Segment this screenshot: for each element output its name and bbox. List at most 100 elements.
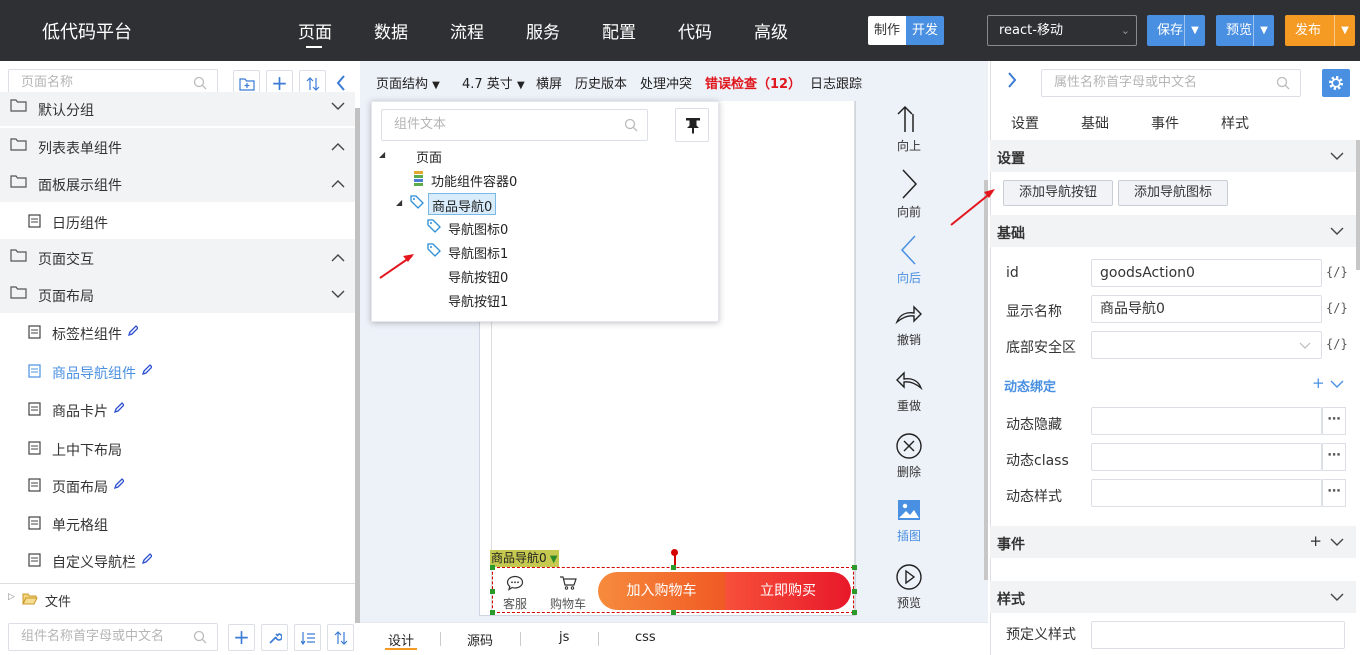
nav-code[interactable]: 代码	[678, 18, 712, 43]
preview-button[interactable]: 预览 ▼	[1216, 15, 1274, 46]
edit-pencil-icon[interactable]	[113, 478, 124, 490]
collapse-left-icon[interactable]	[335, 74, 347, 92]
chevron-down-icon[interactable]	[1330, 380, 1344, 389]
dynamic-class-field[interactable]	[1091, 443, 1322, 471]
component-item-tabbar[interactable]: 标签栏组件	[0, 313, 355, 351]
landscape-button[interactable]: 横屏	[536, 73, 562, 92]
resize-handle[interactable]	[852, 565, 857, 570]
group-panel-display[interactable]: 面板展示组件	[0, 165, 355, 202]
save-dropdown-icon[interactable]: ▼	[1184, 15, 1205, 46]
tab-settings[interactable]: 设置	[1011, 113, 1039, 133]
add-nav-button-button[interactable]: 添加导航按钮	[1003, 180, 1113, 206]
safe-area-select[interactable]	[1091, 331, 1322, 359]
buy-now-button[interactable]: 立即购买	[725, 572, 851, 610]
add-to-cart-button[interactable]: 加入购物车	[598, 572, 725, 610]
resolve-conflict-button[interactable]: 处理冲突	[640, 73, 692, 92]
add-nav-icon-button[interactable]: 添加导航图标	[1118, 180, 1228, 206]
resize-handle[interactable]	[671, 565, 676, 570]
tree-node-nav-icon-1[interactable]: 导航图标1	[448, 243, 508, 262]
move-up-button[interactable]: 向上	[879, 104, 939, 154]
history-button[interactable]: 历史版本	[575, 73, 627, 92]
group-default[interactable]: 默认分组	[0, 92, 355, 126]
mode-make-toggle[interactable]: 制作	[868, 16, 906, 45]
tree-node-nav-icon-0[interactable]: 导航图标0	[448, 219, 508, 238]
more-button[interactable]: ⋯	[1322, 407, 1346, 435]
component-item-top-mid-bottom[interactable]: 上中下布局	[0, 429, 355, 467]
save-button[interactable]: 保存 ▼	[1147, 15, 1205, 46]
forward-button[interactable]: 向前	[879, 168, 939, 220]
tree-node-nav-button-0[interactable]: 导航按钮0	[448, 267, 508, 286]
rotate-handle-dot[interactable]	[671, 549, 678, 556]
tab-source[interactable]: 源码	[467, 630, 493, 649]
tree-node-page[interactable]: 页面	[416, 147, 442, 166]
mode-dev-toggle[interactable]: 开发	[906, 16, 944, 45]
component-search-input[interactable]: 组件名称首字母或中文名	[8, 623, 218, 651]
tree-node-goods-action[interactable]: 商品导航0	[428, 193, 497, 215]
nav-data[interactable]: 数据	[374, 18, 408, 43]
component-item-goods-card[interactable]: 商品卡片	[0, 390, 355, 428]
backward-button[interactable]: 向后	[879, 234, 939, 286]
edit-pencil-icon[interactable]	[141, 553, 152, 565]
files-row[interactable]: ▷ 文件	[0, 585, 355, 613]
property-search-input[interactable]: 属性名称首字母或中文名	[1041, 69, 1301, 97]
nav-service[interactable]: 服务	[526, 18, 560, 43]
section-settings-header[interactable]: 设置	[990, 140, 1356, 172]
component-item-goods-action[interactable]: 商品导航组件	[0, 352, 355, 390]
nav-flow[interactable]: 流程	[450, 18, 484, 43]
dynamic-style-field[interactable]	[1091, 479, 1322, 507]
tree-expanded-icon[interactable]: ◢	[379, 150, 385, 159]
component-tag[interactable]: 商品导航0 ▼	[490, 550, 559, 567]
group-list-form[interactable]: 列表表单组件	[0, 128, 355, 165]
publish-dropdown-icon[interactable]: ▼	[1334, 15, 1355, 46]
tab-js[interactable]: js	[559, 630, 569, 645]
settings-button[interactable]	[1322, 69, 1350, 97]
cart-label[interactable]: 购物车	[550, 595, 586, 612]
sort-button-2[interactable]	[327, 624, 354, 651]
expression-button[interactable]: {/}	[1326, 301, 1348, 315]
edit-pencil-icon[interactable]	[113, 402, 124, 414]
more-button[interactable]: ⋯	[1322, 479, 1346, 507]
delete-button[interactable]: 删除	[879, 432, 939, 480]
customer-service-label[interactable]: 客服	[503, 595, 527, 612]
tab-basic[interactable]: 基础	[1081, 113, 1109, 133]
group-page-layout[interactable]: 页面布局	[0, 276, 355, 313]
tab-css[interactable]: css	[635, 630, 656, 645]
tab-style[interactable]: 样式	[1221, 113, 1249, 133]
edit-pencil-icon[interactable]	[141, 364, 152, 376]
nav-config[interactable]: 配置	[602, 18, 636, 43]
expand-right-icon[interactable]	[1006, 71, 1018, 89]
resize-handle[interactable]	[490, 565, 495, 570]
resize-handle[interactable]	[671, 610, 676, 615]
preview-play-button[interactable]: 预览	[879, 563, 939, 611]
nav-advanced[interactable]: 高级	[754, 18, 788, 43]
publish-button[interactable]: 发布 ▼	[1285, 15, 1355, 46]
tree-node-container[interactable]: 功能组件容器0	[431, 171, 517, 190]
component-item-calendar[interactable]: 日历组件	[0, 202, 355, 240]
add-event-button[interactable]: +	[1309, 532, 1322, 550]
tree-node-nav-button-1[interactable]: 导航按钮1	[448, 291, 508, 310]
canvas-scrollbar[interactable]	[984, 180, 988, 580]
expression-button[interactable]: {/}	[1326, 337, 1348, 351]
insert-image-button[interactable]: 插图	[879, 498, 939, 544]
resize-handle[interactable]	[852, 610, 857, 615]
section-events-header[interactable]: 事件 +	[990, 526, 1356, 558]
edit-pencil-icon[interactable]	[127, 325, 138, 337]
id-field[interactable]: goodsAction0	[1091, 259, 1322, 287]
undo-button[interactable]: 撤销	[879, 302, 939, 348]
section-style-header[interactable]: 样式	[990, 581, 1356, 613]
add-component-button[interactable]: +	[228, 624, 255, 651]
tab-events[interactable]: 事件	[1151, 113, 1179, 133]
display-name-field[interactable]: 商品导航0	[1091, 295, 1322, 323]
resize-handle[interactable]	[490, 589, 495, 594]
log-trace-button[interactable]: 日志跟踪	[810, 73, 862, 92]
resize-handle[interactable]	[490, 610, 495, 615]
expression-button[interactable]: {/}	[1326, 265, 1348, 279]
component-item-custom-navbar[interactable]: 自定义导航栏	[0, 541, 355, 579]
more-button[interactable]: ⋯	[1322, 443, 1346, 471]
nav-page[interactable]: 页面	[298, 18, 332, 43]
preview-dropdown-icon[interactable]: ▼	[1253, 15, 1274, 46]
resize-handle[interactable]	[852, 589, 857, 594]
tab-design[interactable]: 设计	[388, 630, 414, 649]
list-order-button[interactable]	[294, 624, 321, 651]
component-item-page-layout[interactable]: 页面布局	[0, 466, 355, 504]
